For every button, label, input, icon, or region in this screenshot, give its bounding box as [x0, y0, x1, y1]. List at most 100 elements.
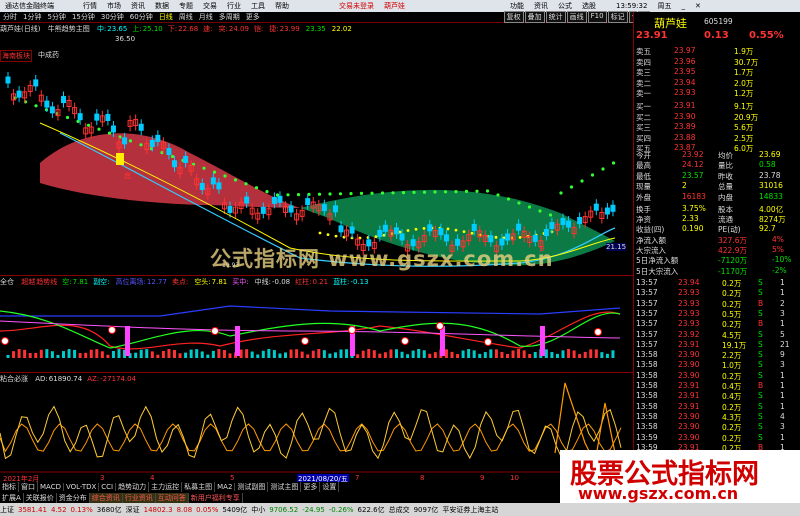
indicator-panel-1[interactable]: 全仓 超越趋势线 空:7.81 副空: 高位离场:12.77 卖点: 空头:7.81 买中:… [0, 275, 633, 372]
ind1-value-8: 红柱:0.21 [295, 278, 328, 286]
tab-row1-5[interactable]: 趋势动力 [116, 482, 150, 492]
date-label-6: 8 [420, 474, 425, 482]
menu-item-4[interactable]: 专题 [174, 1, 198, 11]
period-tab-1[interactable]: 1分钟 [20, 12, 44, 22]
tab-row2-2[interactable]: 资金分布 [56, 493, 90, 503]
histogram-bar [422, 350, 426, 358]
resistance-dot [506, 197, 511, 201]
stat-value: 14833 [759, 191, 783, 201]
menu-item-8[interactable]: 帮助 [270, 1, 294, 11]
user-name[interactable]: 葫芦娃 [379, 1, 410, 11]
period-tab-3[interactable]: 15分钟 [69, 12, 98, 22]
menu-item-1[interactable]: 市场 [102, 1, 126, 11]
tab-row2-0[interactable]: 扩展A [0, 493, 24, 503]
tab-row1-12[interactable]: 设置 [320, 482, 340, 492]
menu-right-item-2[interactable]: 公式 [553, 1, 577, 11]
support-dot [446, 227, 450, 231]
minimize-icon[interactable]: _ [676, 2, 690, 10]
period-tab-6[interactable]: 日线 [156, 12, 176, 22]
ind1-num-7: -0.08 [271, 278, 291, 286]
menu-item-5[interactable]: 交易 [198, 1, 222, 11]
candle-body [604, 207, 610, 215]
tick-price: 23.90 [678, 432, 700, 442]
histogram-bar [28, 352, 32, 358]
bid-label: 买一 [636, 102, 651, 111]
main-chart-header: 葫芦娃(日线) 牛熊趋势主图 中:23.65 上:25.10 下:22.68 速: 突:… [0, 24, 362, 34]
tab-row2-1[interactable]: 关联报价 [23, 493, 57, 503]
tab-row1-6[interactable]: 主力运控 [149, 482, 183, 492]
histogram-bar [195, 349, 199, 358]
stat-label: 换手 [636, 204, 651, 214]
tab-row1-3[interactable]: VOL-TDX [63, 483, 100, 491]
tab-row1-10[interactable]: 测试主图 [268, 482, 302, 492]
resistance-dot [97, 127, 101, 131]
menu-right-item-0[interactable]: 功能 [505, 1, 529, 11]
main-num-8: 22.02 [331, 25, 352, 33]
main-num-4: 24.09 [228, 25, 249, 33]
tab-row2-4[interactable]: 行业资讯 [122, 493, 156, 503]
toolbar-button-3[interactable]: 画线 [566, 11, 587, 23]
tab-row1-2[interactable]: MACD [38, 483, 64, 491]
candle-body [122, 137, 128, 145]
login-status[interactable]: 交易未登录 [334, 1, 379, 11]
watermark: 公式指标网 www.gszx.com.cn [210, 247, 554, 271]
menu-right-item-1[interactable]: 资讯 [529, 1, 553, 11]
histogram-bar [17, 349, 21, 358]
ind2-num-1: -27174.04 [100, 375, 137, 383]
candle-body [443, 234, 449, 242]
tab-row2-6[interactable]: 新用户福利专享 [188, 493, 243, 503]
candle-body [5, 76, 11, 84]
ask-row-1: 卖四 23.96 30.7万 [634, 57, 800, 67]
toolbar-button-4[interactable]: F10 [587, 11, 607, 23]
tab-row1-7[interactable]: 私募主图 [182, 482, 216, 492]
cross-marker [401, 337, 409, 345]
histogram-bar [583, 351, 587, 358]
period-tab-9[interactable]: 多周期 [216, 12, 243, 22]
menu-item-2[interactable]: 资讯 [126, 1, 150, 11]
period-tab-7[interactable]: 周线 [176, 12, 196, 22]
histogram-bar [56, 354, 60, 358]
menu-item-0[interactable]: 行情 [78, 1, 102, 11]
resistance-dot [412, 190, 416, 194]
tab-row1-4[interactable]: CCI [99, 483, 117, 491]
period-tab-5[interactable]: 60分钟 [127, 12, 156, 22]
histogram-bar [117, 349, 121, 358]
tab-row1-0[interactable]: 指标 [0, 482, 19, 492]
period-tab-8[interactable]: 月线 [196, 12, 216, 22]
histogram-bar [6, 355, 10, 358]
candle-body [349, 226, 355, 234]
menu-item-7[interactable]: 工具 [246, 1, 270, 11]
menu-item-3[interactable]: 数据 [150, 1, 174, 11]
ask-label: 卖一 [636, 89, 651, 99]
histogram-bar [272, 350, 276, 358]
toolbar-button-1[interactable]: 叠加 [524, 11, 545, 23]
close-icon[interactable]: ✕ [690, 2, 706, 10]
period-tab-2[interactable]: 5分钟 [44, 12, 68, 22]
period-tab-10[interactable]: 更多 [243, 12, 263, 22]
tab-row2-3[interactable]: 综合资讯 [89, 493, 123, 503]
menu-item-6[interactable]: 行业 [222, 1, 246, 11]
candle-body [183, 155, 189, 163]
histogram-bar [161, 350, 165, 358]
period-tab-4[interactable]: 30分钟 [98, 12, 127, 22]
toolbar-button-0[interactable]: 复权 [503, 11, 524, 23]
flow-pct: -2% [772, 265, 787, 275]
period-tab-0[interactable]: 分时 [0, 12, 20, 22]
tab-row2-5[interactable]: 互动问答 [155, 493, 189, 503]
indicator-panel-2[interactable]: 粘合必涨 AD:61890.74AZ:-27174.04 2021年2月3456… [0, 372, 633, 484]
tab-row1-11[interactable]: 更多 [301, 482, 321, 492]
histogram-bar [62, 351, 65, 358]
candle-body [94, 113, 100, 121]
menu-right-item-3[interactable]: 选股 [577, 1, 601, 11]
tab-row1-9[interactable]: 测试副图 [235, 482, 269, 492]
main-label-4: 突: [218, 25, 228, 33]
resistance-dot [233, 178, 238, 182]
tab-row1-1[interactable]: 窗口 [19, 482, 38, 492]
tab-row1-8[interactable]: MA2 [215, 483, 236, 491]
candle-body [288, 205, 294, 213]
toolbar-button-2[interactable]: 统计 [545, 11, 566, 23]
main-kline-chart[interactable]: 葫芦娃(日线) 牛熊趋势主图 中:23.65 上:25.10 下:22.68 速: 突:… [0, 23, 633, 275]
ad-banner[interactable]: 股票公式指标网 www.gszx.com.cn [560, 450, 800, 503]
toolbar-button-5[interactable]: 标记 [607, 11, 628, 23]
tick-count: 4 [780, 411, 785, 421]
